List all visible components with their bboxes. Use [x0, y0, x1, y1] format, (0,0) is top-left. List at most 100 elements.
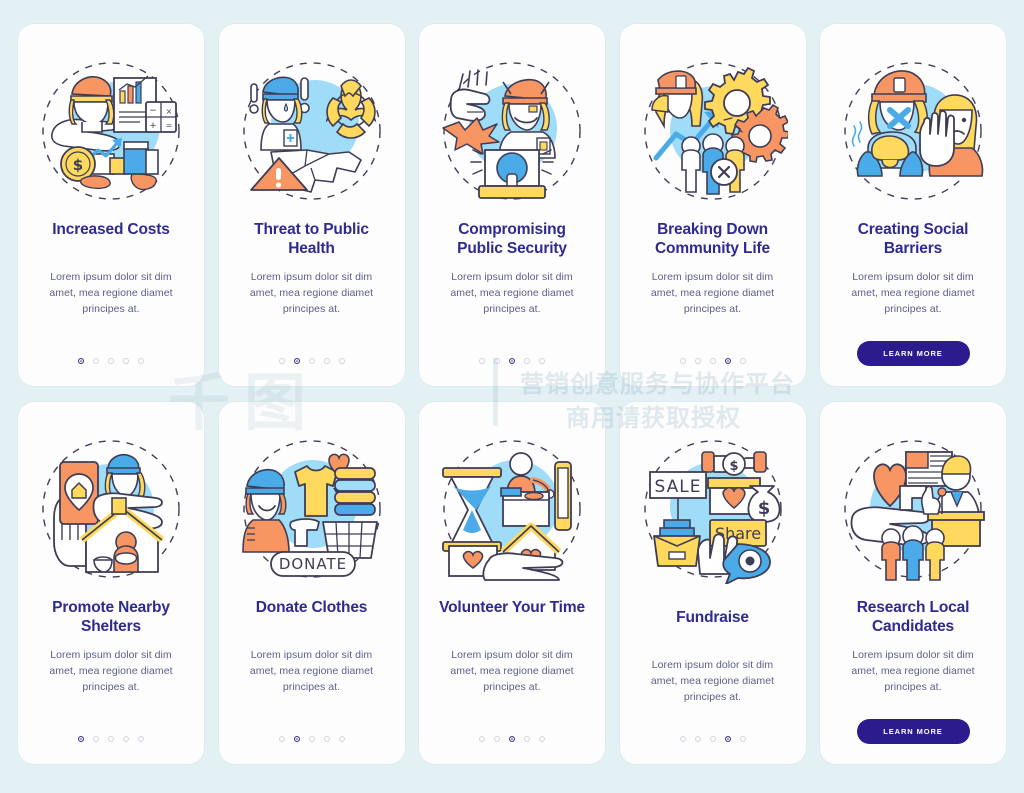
pagination-dots[interactable] [479, 358, 545, 364]
pagination-dot[interactable] [78, 736, 84, 742]
donate-label: DONATE [278, 555, 346, 573]
svg-text:+: + [149, 121, 157, 131]
pagination-dots[interactable] [679, 358, 746, 364]
pagination-dots[interactable] [278, 358, 345, 364]
onboarding-card-creating-social-barriers[interactable]: Creating Social Barriers Lorem ipsum dol… [820, 24, 1006, 386]
pagination-dot[interactable] [739, 736, 746, 742]
pagination-dot[interactable] [108, 736, 114, 742]
card-description: Lorem ipsum dolor sit dim amet, mea regi… [49, 271, 173, 315]
pagination-dot[interactable] [138, 736, 144, 742]
pagination-dot[interactable] [323, 736, 330, 742]
onboarding-card-threat-to-public-health[interactable]: Threat to Public Health Lorem ipsum dolo… [218, 24, 405, 386]
pagination-dot[interactable] [138, 358, 144, 364]
pagination-dot[interactable] [479, 358, 485, 364]
pagination-dot[interactable] [739, 358, 746, 364]
svg-text:$: $ [729, 459, 738, 474]
card-title: Creating Social Barriers [857, 221, 969, 258]
card-title: Compromising Public Security [457, 221, 567, 258]
svg-text:×: × [166, 107, 173, 116]
card-title: Threat to Public Health [254, 221, 369, 258]
onboarding-card-donate-clothes[interactable]: DONATE Donate Clothes Lorem ipsum dolor … [218, 402, 405, 764]
onboarding-card-compromising-public-security[interactable]: Compromising Public Security Lorem ipsum… [419, 24, 605, 386]
promote-nearby-shelters-illustration [36, 434, 186, 584]
pagination-dot[interactable] [479, 736, 485, 742]
card-row-top: − × + = $ Increased Costs Lorem ipsum do… [18, 24, 1006, 386]
pagination-dot[interactable] [709, 358, 716, 364]
pagination-dot[interactable] [323, 358, 330, 364]
breaking-down-community-life-illustration [638, 56, 788, 206]
pagination-dot[interactable] [694, 736, 701, 742]
pagination-dot[interactable] [93, 736, 99, 742]
onboarding-card-fundraise[interactable]: $ SALE $ Share Fundraise Lorem ipsum dol… [619, 402, 806, 764]
pagination-dot[interactable] [338, 736, 345, 742]
card-title: Research Local Candidates [856, 599, 970, 636]
pagination-dot[interactable] [539, 736, 545, 742]
pagination-dot[interactable] [308, 358, 315, 364]
card-title: Donate Clothes [255, 599, 368, 616]
pagination-dots[interactable] [278, 736, 345, 742]
pagination-dot[interactable] [539, 358, 545, 364]
pagination-dot[interactable] [709, 736, 716, 742]
compromising-public-security-illustration [437, 56, 587, 206]
threat-public-health-illustration [237, 56, 387, 206]
pagination-dots[interactable] [78, 736, 144, 742]
pagination-dot[interactable] [293, 736, 300, 742]
fundraise-illustration: $ SALE $ Share [638, 434, 788, 584]
pagination-dot[interactable] [293, 358, 300, 364]
card-description: Lorem ipsum dolor sit dim amet, mea regi… [249, 649, 374, 693]
onboarding-card-promote-nearby-shelters[interactable]: Promote Nearby Shelters Lorem ipsum dolo… [18, 402, 204, 764]
onboarding-screens-board: − × + = $ Increased Costs Lorem ipsum do… [0, 0, 1024, 793]
card-description: Lorem ipsum dolor sit dim amet, mea regi… [249, 271, 374, 315]
pagination-dot[interactable] [509, 358, 515, 364]
pagination-dot[interactable] [509, 736, 515, 742]
pagination-dot[interactable] [278, 736, 285, 742]
pagination-dot[interactable] [108, 358, 114, 364]
card-title: Promote Nearby Shelters [52, 599, 170, 636]
learn-more-button[interactable]: LEARN MORE [856, 719, 970, 744]
pagination-dot[interactable] [494, 736, 500, 742]
research-local-candidates-illustration [838, 434, 988, 584]
pagination-dot[interactable] [338, 358, 345, 364]
sale-label: SALE [654, 477, 701, 497]
svg-text:−: − [149, 106, 157, 116]
increased-costs-illustration: − × + = $ [36, 56, 186, 206]
pagination-dots[interactable] [679, 736, 746, 742]
card-title: Fundraise [676, 609, 749, 626]
pagination-dot[interactable] [524, 358, 530, 364]
pagination-dot[interactable] [679, 736, 686, 742]
learn-more-button[interactable]: LEARN MORE [856, 341, 970, 366]
card-row-bottom: Promote Nearby Shelters Lorem ipsum dolo… [18, 402, 1006, 764]
pagination-dot[interactable] [308, 736, 315, 742]
pagination-dot[interactable] [524, 736, 530, 742]
card-description: Lorem ipsum dolor sit dim amet, mea regi… [49, 649, 173, 693]
pagination-dot[interactable] [278, 358, 285, 364]
card-description: Lorem ipsum dolor sit dim amet, mea regi… [650, 659, 775, 703]
onboarding-card-increased-costs[interactable]: − × + = $ Increased Costs Lorem ipsum do… [18, 24, 204, 386]
card-description: Lorem ipsum dolor sit dim amet, mea regi… [450, 271, 574, 315]
pagination-dot[interactable] [78, 358, 84, 364]
pagination-dot[interactable] [724, 736, 731, 742]
svg-text:=: = [166, 121, 173, 130]
pagination-dot[interactable] [679, 358, 686, 364]
card-description: Lorem ipsum dolor sit dim amet, mea regi… [650, 271, 775, 315]
card-description: Lorem ipsum dolor sit dim amet, mea regi… [851, 649, 975, 693]
pagination-dot[interactable] [694, 358, 701, 364]
onboarding-card-volunteer-your-time[interactable]: Volunteer Your Time Lorem ipsum dolor si… [419, 402, 605, 764]
svg-text:$: $ [757, 498, 770, 519]
card-description: Lorem ipsum dolor sit dim amet, mea regi… [450, 649, 574, 693]
card-title: Breaking Down Community Life [654, 221, 770, 258]
pagination-dot[interactable] [724, 358, 731, 364]
pagination-dot[interactable] [123, 358, 129, 364]
pagination-dot[interactable] [93, 358, 99, 364]
pagination-dot[interactable] [494, 358, 500, 364]
creating-social-barriers-illustration [838, 56, 988, 206]
pagination-dots[interactable] [479, 736, 545, 742]
svg-text:$: $ [73, 156, 83, 174]
pagination-dot[interactable] [123, 736, 129, 742]
card-title: Increased Costs [52, 221, 170, 238]
onboarding-card-breaking-down-community-life[interactable]: Breaking Down Community Life Lorem ipsum… [619, 24, 806, 386]
onboarding-card-research-local-candidates[interactable]: Research Local Candidates Lorem ipsum do… [820, 402, 1006, 764]
card-description: Lorem ipsum dolor sit dim amet, mea regi… [851, 271, 975, 315]
card-title: Volunteer Your Time [439, 599, 585, 616]
pagination-dots[interactable] [78, 358, 144, 364]
